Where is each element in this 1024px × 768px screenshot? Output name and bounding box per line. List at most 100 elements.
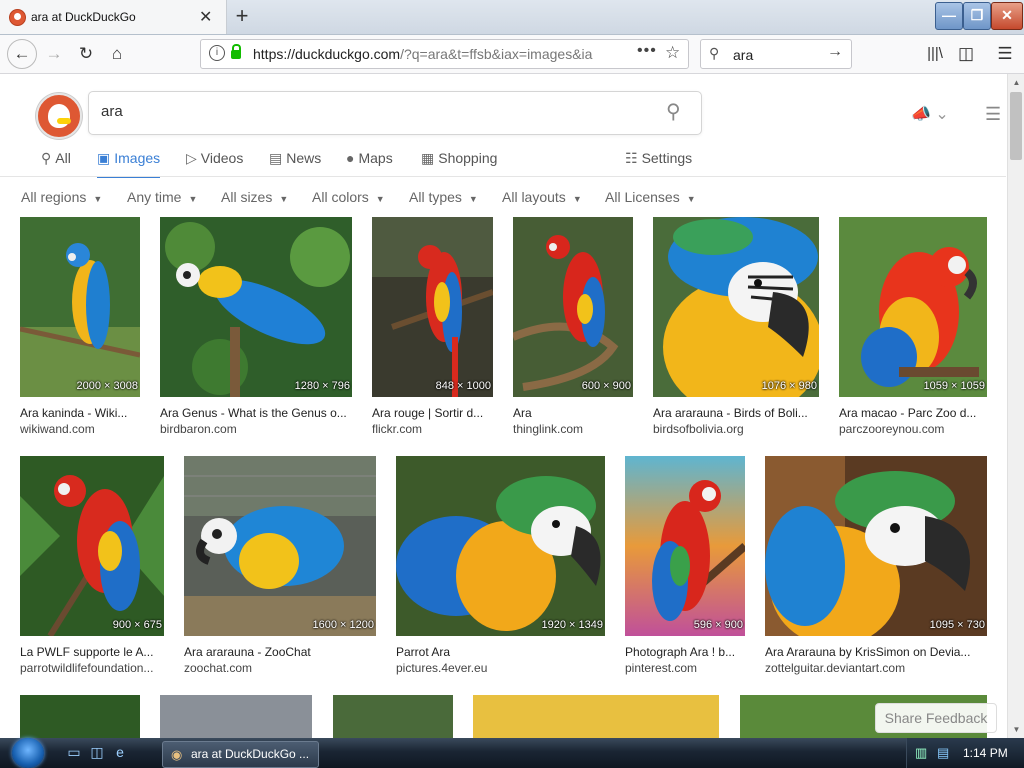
result-source[interactable]: pictures.4ever.eu — [396, 661, 607, 675]
result-title[interactable]: Ara kaninda - Wiki... — [20, 406, 142, 420]
vertical-scrollbar[interactable]: ▲ ▼ — [1007, 74, 1024, 738]
tab-images[interactable]: ▣ Images — [97, 150, 161, 178]
start-button[interactable] — [6, 738, 50, 768]
result-image[interactable] — [20, 217, 140, 397]
settings-link[interactable]: ☷ Settings — [625, 150, 692, 176]
result-title[interactable]: La PWLF supporte le A... — [20, 645, 166, 659]
result-title[interactable]: Ara rouge | Sortir d... — [372, 406, 495, 420]
result-source[interactable]: birdbaron.com — [160, 422, 354, 436]
scrollbar-thumb[interactable] — [1010, 92, 1022, 160]
close-window-button[interactable]: ✕ — [991, 2, 1023, 30]
result-image[interactable] — [184, 456, 376, 636]
image-result-partial[interactable] — [20, 695, 140, 738]
ddg-menu-icon[interactable]: ☰ — [985, 104, 1001, 125]
result-image[interactable] — [839, 217, 987, 397]
minimize-window-button[interactable]: — — [935, 2, 963, 30]
parrot-thumbnail-icon — [653, 217, 819, 397]
search-input[interactable] — [99, 102, 643, 121]
close-tab-icon[interactable]: ✕ — [199, 7, 212, 27]
site-info-icon[interactable]: i — [209, 45, 225, 61]
result-source[interactable]: thinglink.com — [513, 422, 635, 436]
result-image[interactable] — [625, 456, 745, 636]
filter-time[interactable]: Any time ▼ — [127, 189, 197, 205]
tab-shopping[interactable]: ▦ Shopping — [421, 150, 497, 176]
parrot-thumbnail-icon — [160, 217, 352, 397]
forward-arrow-icon[interactable]: → — [41, 42, 67, 66]
image-result-partial[interactable] — [473, 695, 719, 738]
scroll-down-icon[interactable]: ▼ — [1008, 721, 1024, 738]
result-source[interactable]: birdsofbolivia.org — [653, 422, 821, 436]
secure-lock-icon — [231, 44, 241, 59]
image-icon: ▣ — [97, 150, 111, 166]
taskbar-clock[interactable]: 1:14 PM — [963, 746, 1008, 760]
bookmark-star-icon[interactable]: ☆ — [665, 43, 680, 63]
result-source[interactable]: pinterest.com — [625, 661, 747, 675]
reload-icon[interactable]: ↻ — [73, 42, 99, 66]
result-source[interactable]: parczooreynou.com — [839, 422, 989, 436]
filter-size[interactable]: All sizes ▼ — [221, 189, 288, 205]
search-submit-icon[interactable]: ⚲ — [666, 99, 681, 124]
image-dimensions: 600 × 900 — [581, 380, 631, 392]
parrot-thumbnail-icon — [839, 217, 987, 397]
result-image[interactable] — [653, 217, 819, 397]
result-title[interactable]: Ara ararauna - ZooChat — [184, 645, 378, 659]
chevron-down-icon: ▼ — [188, 194, 198, 204]
page-actions-icon[interactable]: ••• — [637, 42, 657, 60]
result-title[interactable]: Ara macao - Parc Zoo d... — [839, 406, 989, 420]
network-icon[interactable]: ▥ — [915, 745, 927, 761]
result-source[interactable]: parrotwildlifefoundation... — [20, 661, 166, 675]
library-icon[interactable]: |||\ — [922, 42, 948, 66]
result-title[interactable]: Parrot Ara — [396, 645, 607, 659]
internet-explorer-icon[interactable]: e — [110, 744, 130, 762]
home-icon[interactable]: ⌂ — [104, 42, 130, 66]
search-go-arrow-icon[interactable]: → — [827, 43, 843, 61]
duckduckgo-logo[interactable] — [36, 93, 82, 139]
result-image[interactable] — [513, 217, 633, 397]
result-source[interactable]: zoochat.com — [184, 661, 378, 675]
filter-type[interactable]: All types ▼ — [409, 189, 478, 205]
result-image[interactable] — [396, 456, 605, 636]
taskbar-window-button[interactable]: ◉ ara at DuckDuckGo ... — [162, 741, 319, 768]
result-source[interactable]: flickr.com — [372, 422, 495, 436]
address-bar[interactable]: i https://duckduckgo.com/?q=ara&t=ffsb&i… — [200, 39, 689, 69]
browser-search-value[interactable]: ara — [733, 47, 753, 63]
tab-all[interactable]: ⚲ All — [41, 150, 71, 176]
tab-news[interactable]: ▤ News — [269, 150, 321, 176]
share-feedback-button[interactable]: Share Feedback — [875, 703, 997, 733]
volume-icon[interactable]: ▤ — [937, 745, 949, 761]
switch-windows-icon[interactable]: ◫ — [87, 744, 107, 762]
tab-videos[interactable]: ▷ Videos — [186, 150, 243, 176]
image-dimensions: 848 × 1000 — [435, 380, 491, 392]
result-title[interactable]: Photograph Ara ! b... — [625, 645, 747, 659]
result-source[interactable]: zottelguitar.deviantart.com — [765, 661, 989, 675]
new-tab-button[interactable]: + — [230, 3, 254, 29]
menu-hamburger-icon[interactable]: ☰ — [992, 42, 1018, 66]
filter-region[interactable]: All regions ▼ — [21, 189, 102, 205]
result-image[interactable] — [372, 217, 493, 397]
result-image[interactable] — [765, 456, 987, 636]
image-result-partial[interactable] — [160, 695, 312, 738]
tab-maps[interactable]: ● Maps — [346, 150, 393, 176]
sidebar-toggle-icon[interactable]: ◫ — [953, 42, 979, 66]
main-search-box[interactable]: ⚲ — [88, 91, 702, 135]
filter-layout[interactable]: All layouts ▼ — [502, 189, 582, 205]
browser-tab[interactable]: ara at DuckDuckGo ✕ — [0, 0, 227, 34]
result-source[interactable]: wikiwand.com — [20, 422, 142, 436]
scroll-up-icon[interactable]: ▲ — [1008, 74, 1024, 91]
address-url[interactable]: https://duckduckgo.com/?q=ara&t=ffsb&iax… — [253, 46, 603, 62]
chevron-down-icon: ▼ — [375, 194, 385, 204]
result-title[interactable]: Ara ararauna - Birds of Boli... — [653, 406, 821, 420]
filter-license[interactable]: All Licenses ▼ — [605, 189, 696, 205]
result-image[interactable] — [20, 456, 164, 636]
show-desktop-icon[interactable]: ▭ — [64, 744, 84, 762]
result-title[interactable]: Ara Genus - What is the Genus o... — [160, 406, 354, 420]
image-result-partial[interactable] — [333, 695, 453, 738]
megaphone-icon[interactable]: 📣 ⌄ — [911, 104, 949, 124]
filter-color[interactable]: All colors ▼ — [312, 189, 385, 205]
result-image[interactable] — [160, 217, 352, 397]
back-arrow-icon[interactable]: ← — [7, 39, 37, 69]
result-title[interactable]: Ara Ararauna by KrisSimon on Devia... — [765, 645, 989, 659]
maximize-window-button[interactable]: ❐ — [963, 2, 991, 30]
result-title[interactable]: Ara — [513, 406, 635, 420]
browser-search-bar[interactable]: ⚲ ara → — [700, 39, 852, 69]
